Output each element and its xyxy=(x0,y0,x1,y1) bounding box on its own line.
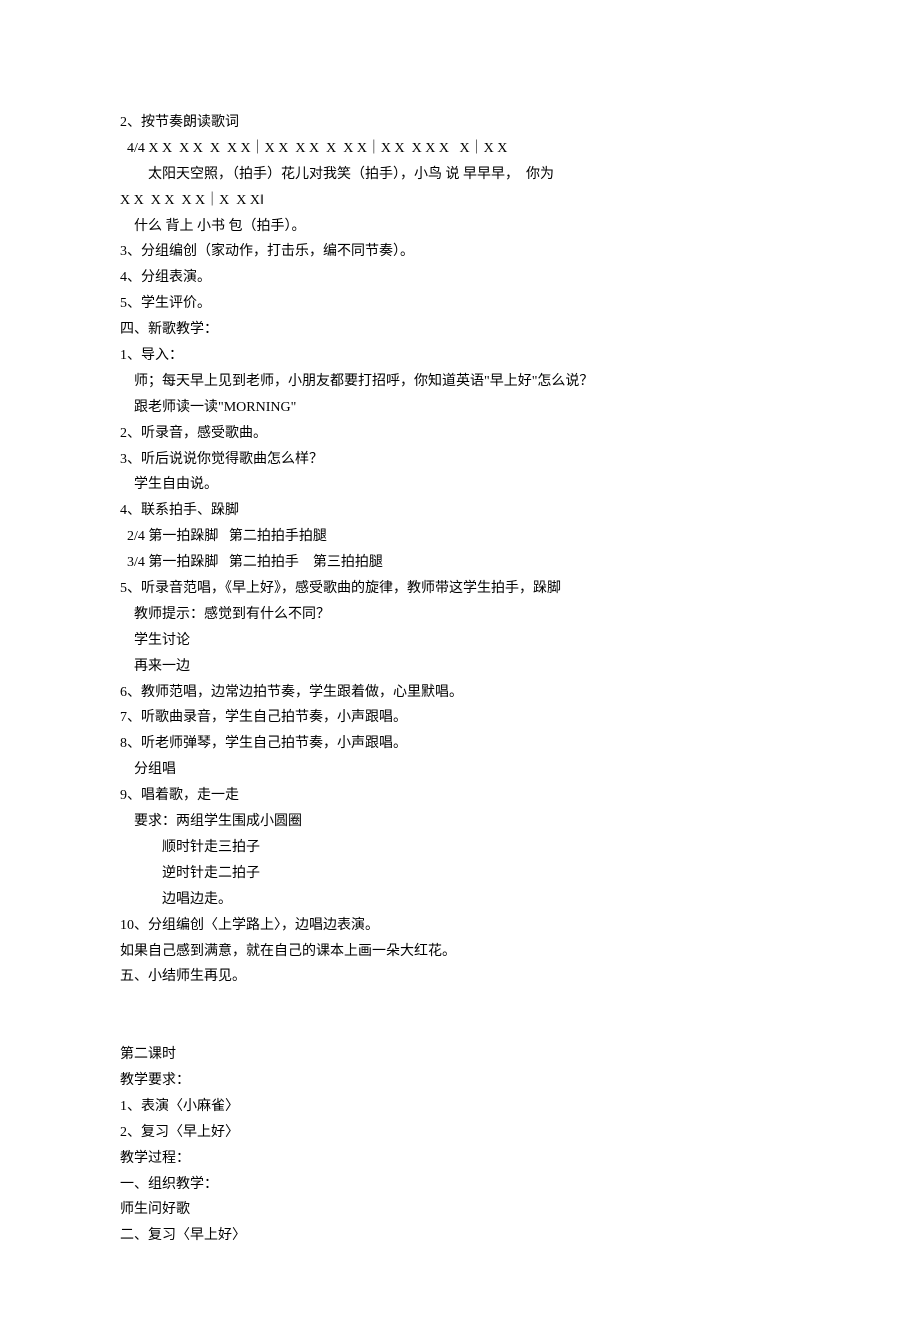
text-line: 2、复习〈早上好〉 xyxy=(120,1120,800,1146)
text-line: 1、表演〈小麻雀〉 xyxy=(120,1094,800,1120)
text-line: 4、联系拍手、跺脚 xyxy=(120,498,800,524)
text-line: 5、听录音范唱，《早上好》，感受歌曲的旋律，教师带这学生拍手，跺脚 xyxy=(120,576,800,602)
text-line: 学生自由说。 xyxy=(120,472,800,498)
text-line: 6、教师范唱，边常边拍节奏，学生跟着做，心里默唱。 xyxy=(120,680,800,706)
text-line: 2、听录音，感受歌曲。 xyxy=(120,421,800,447)
text-line: 什么 背上 小书 包（拍手）。 xyxy=(120,214,800,240)
text-line: 师；每天早上见到老师，小朋友都要打招呼，你知道英语"早上好"怎么说？ xyxy=(120,369,800,395)
text-line: 师生问好歌 xyxy=(120,1197,800,1223)
text-line: 2/4 第一拍跺脚 第二拍拍手拍腿 xyxy=(120,524,800,550)
text-line: 7、听歌曲录音，学生自己拍节奏，小声跟唱。 xyxy=(120,705,800,731)
text-line: 顺时针走三拍子 xyxy=(120,835,800,861)
text-line: 分组唱 xyxy=(120,757,800,783)
text-line: 五、小结师生再见。 xyxy=(120,964,800,990)
text-line: 4/4 X X X X X X X｜X X X X X X X｜X X X X … xyxy=(120,136,800,162)
text-line: 四、新歌教学： xyxy=(120,317,800,343)
text-line: 边唱边走。 xyxy=(120,887,800,913)
text-line: 教师提示：感觉到有什么不同？ xyxy=(120,602,800,628)
text-line: 太阳天空照，（拍手）花儿对我笑（拍手），小鸟 说 早早早， 你为 xyxy=(120,162,800,188)
text-line: 9、唱着歌，走一走 xyxy=(120,783,800,809)
text-line: X X X X X X｜X X X‖ xyxy=(120,188,800,214)
text-line: 4、分组表演。 xyxy=(120,265,800,291)
text-line: 1、导入： xyxy=(120,343,800,369)
text-line: 3、听后说说你觉得歌曲怎么样？ xyxy=(120,447,800,473)
text-line xyxy=(120,1016,800,1042)
text-line: 3/4 第一拍跺脚 第二拍拍手 第三拍拍腿 xyxy=(120,550,800,576)
document-content: 2、按节奏朗读歌词4/4 X X X X X X X｜X X X X X X X… xyxy=(120,110,800,1249)
text-line: 要求：两组学生围成小圆圈 xyxy=(120,809,800,835)
text-line: 学生讨论 xyxy=(120,628,800,654)
text-line: 第二课时 xyxy=(120,1042,800,1068)
text-line xyxy=(120,990,800,1016)
text-line: 跟老师读一读"MORNING" xyxy=(120,395,800,421)
text-line: 如果自己感到满意，就在自己的课本上画一朵大红花。 xyxy=(120,939,800,965)
document-page: 2、按节奏朗读歌词4/4 X X X X X X X｜X X X X X X X… xyxy=(0,0,920,1329)
text-line: 教学要求： xyxy=(120,1068,800,1094)
text-line: 逆时针走二拍子 xyxy=(120,861,800,887)
text-line: 教学过程： xyxy=(120,1146,800,1172)
text-line: 8、听老师弹琴，学生自己拍节奏，小声跟唱。 xyxy=(120,731,800,757)
text-line: 3、分组编创（家动作，打击乐，编不同节奏）。 xyxy=(120,239,800,265)
text-line: 再来一边 xyxy=(120,654,800,680)
text-line: 二、复习〈早上好〉 xyxy=(120,1223,800,1249)
text-line: 5、学生评价。 xyxy=(120,291,800,317)
text-line: 2、按节奏朗读歌词 xyxy=(120,110,800,136)
text-line: 10、分组编创〈上学路上〉，边唱边表演。 xyxy=(120,913,800,939)
text-line: 一、组织教学： xyxy=(120,1172,800,1198)
